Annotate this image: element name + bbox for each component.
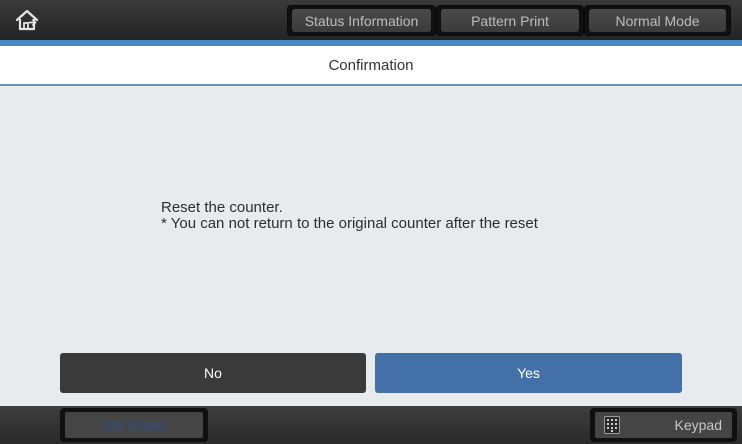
keypad-button[interactable]: Keypad bbox=[590, 408, 737, 442]
message-line-2: * You can not return to the original cou… bbox=[161, 215, 538, 232]
tab-status-information-label: Status Information bbox=[292, 9, 431, 32]
tab-pattern-print-label: Pattern Print bbox=[441, 9, 579, 32]
home-icon bbox=[15, 9, 39, 31]
bottom-bar: Job Status Keypad bbox=[0, 406, 742, 444]
yes-button[interactable]: Yes bbox=[375, 353, 682, 393]
tab-normal-mode[interactable]: Normal Mode bbox=[584, 5, 731, 36]
job-status-label: Job Status bbox=[65, 412, 203, 438]
message-line-1: Reset the counter. bbox=[161, 199, 283, 216]
home-button[interactable] bbox=[10, 6, 44, 34]
keypad-label: Keypad bbox=[674, 417, 722, 433]
tab-pattern-print[interactable]: Pattern Print bbox=[436, 5, 584, 36]
no-button[interactable]: No bbox=[60, 353, 366, 393]
keypad-icon bbox=[604, 416, 620, 434]
tab-status-information[interactable]: Status Information bbox=[287, 5, 436, 36]
keypad-button-inner: Keypad bbox=[595, 412, 732, 438]
dialog-message: Reset the counter. * You can not return … bbox=[161, 200, 538, 232]
dialog-title: Confirmation bbox=[0, 46, 742, 86]
tab-normal-mode-label: Normal Mode bbox=[589, 9, 726, 32]
top-bar: Status Information Pattern Print Normal … bbox=[0, 0, 742, 40]
job-status-button[interactable]: Job Status bbox=[60, 408, 208, 442]
